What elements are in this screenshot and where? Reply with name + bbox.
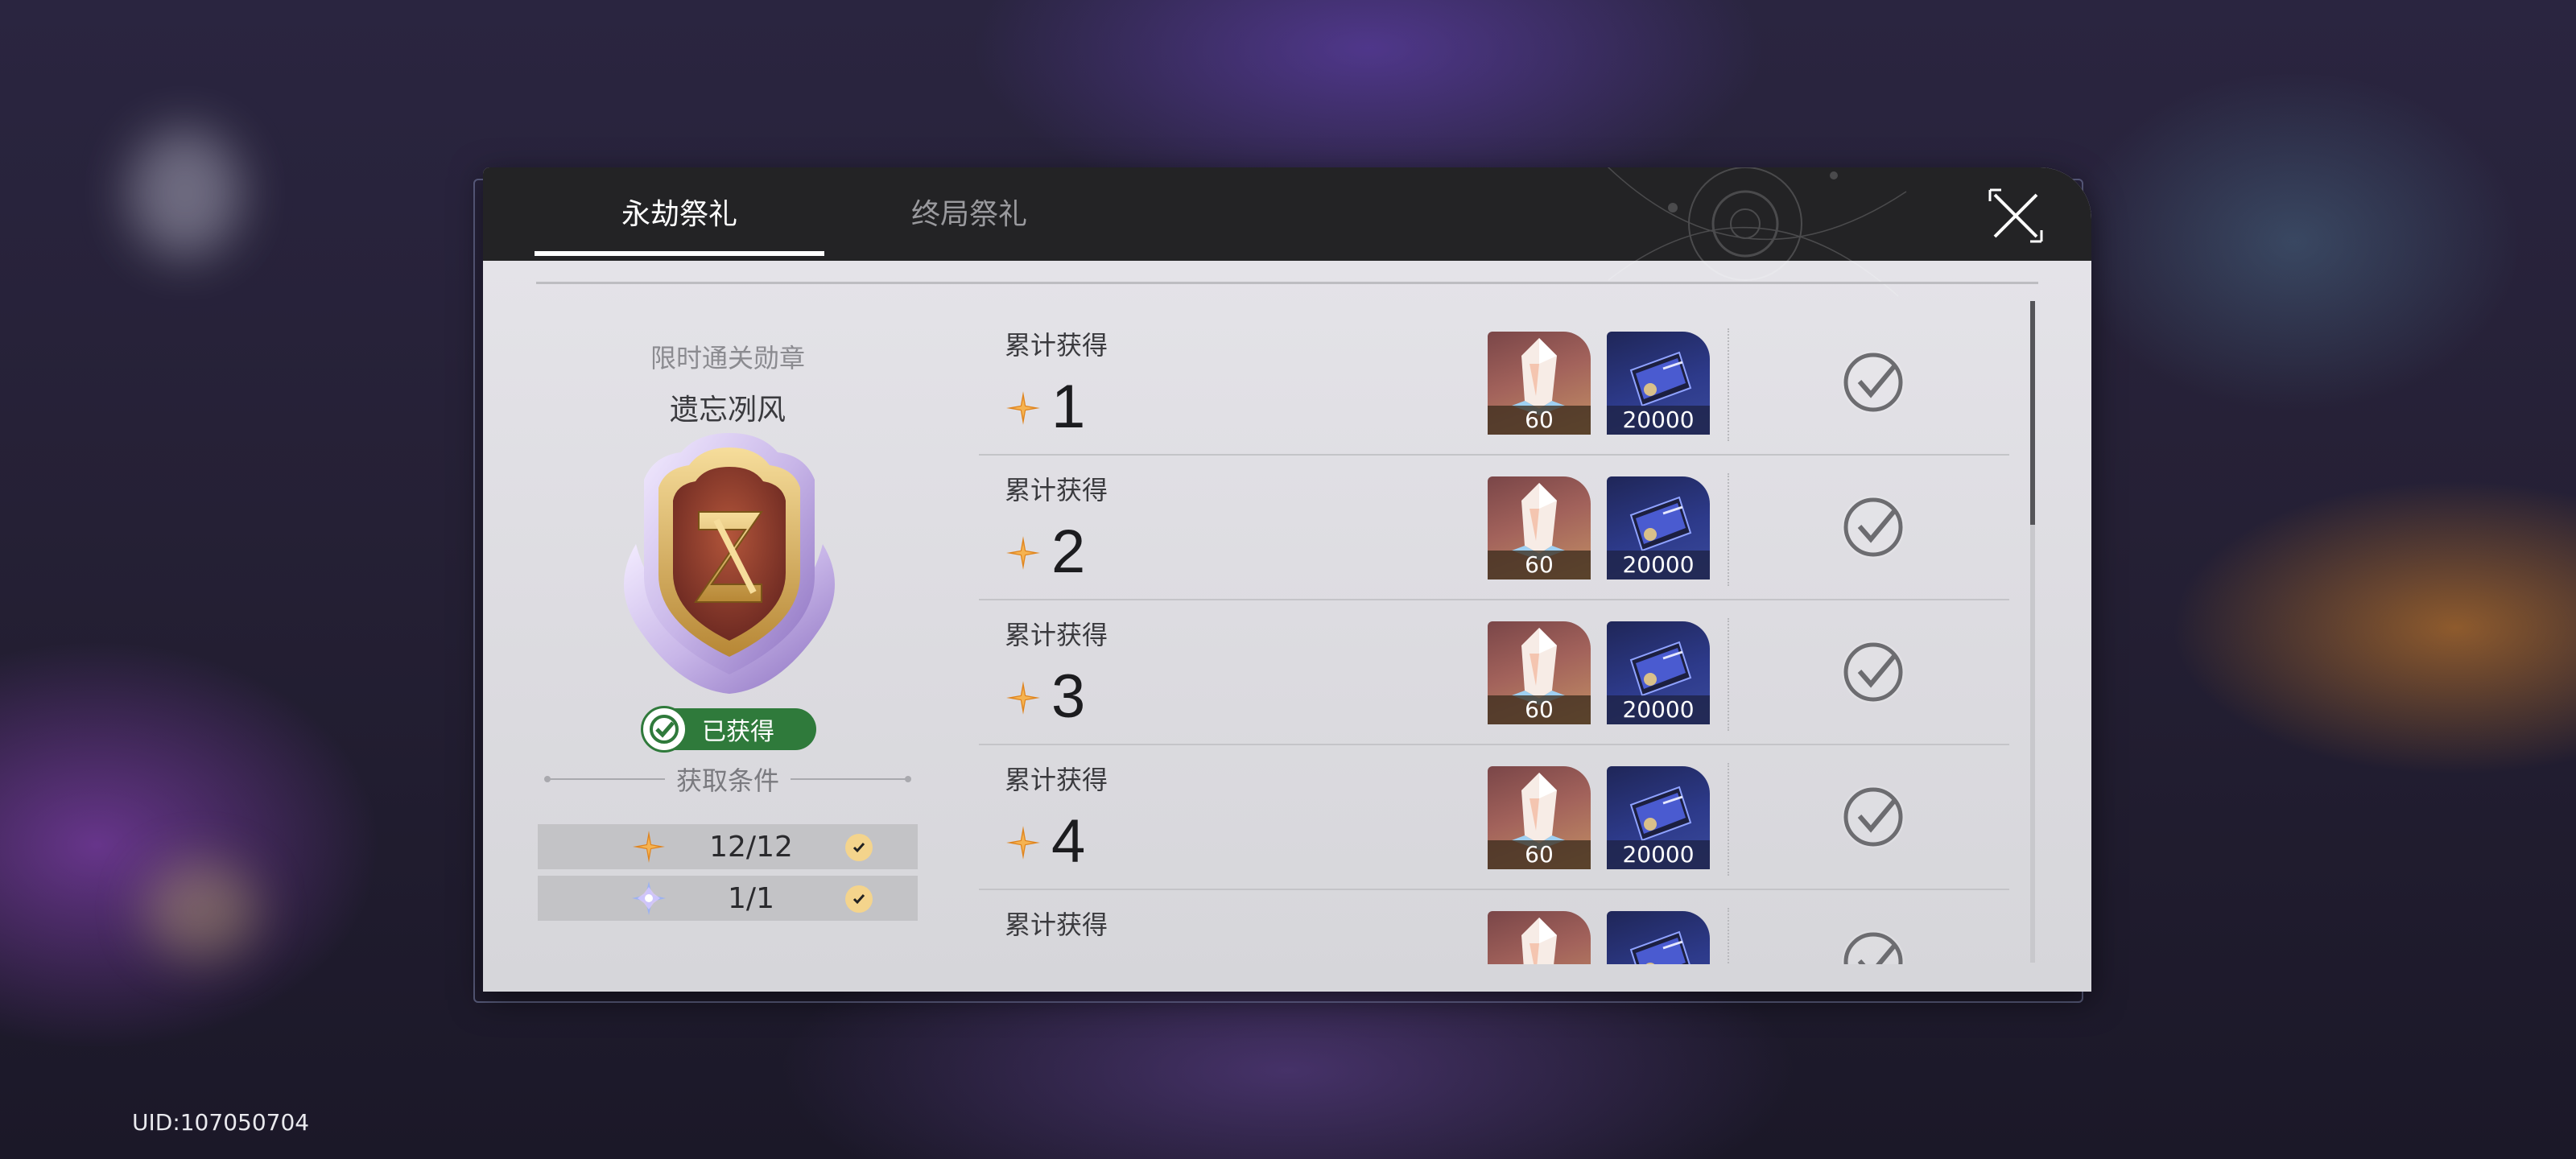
reward-row: 累计获得 2 60 20000 bbox=[979, 456, 2009, 600]
orange-star-icon bbox=[1006, 536, 1040, 570]
medal-badge-icon bbox=[624, 433, 835, 694]
close-icon[interactable] bbox=[1984, 184, 2048, 248]
cumulative-label: 累计获得 bbox=[1005, 475, 1108, 505]
claimed-check-icon bbox=[1842, 351, 1905, 414]
item-quantity: 60 bbox=[1488, 551, 1591, 580]
condition-value: 1/1 bbox=[728, 881, 774, 915]
crystal-reward-item[interactable]: 60 bbox=[1488, 332, 1591, 435]
medal-category: 限时通关勋章 bbox=[650, 343, 805, 373]
condition-row: 12/12 bbox=[538, 824, 918, 869]
star-count: 1 bbox=[1051, 373, 1086, 441]
orange-star-icon bbox=[1006, 391, 1040, 425]
divider bbox=[1728, 763, 1729, 876]
orange-star-icon bbox=[1006, 681, 1040, 715]
blue-star-icon bbox=[632, 881, 666, 915]
ticket-reward-item[interactable]: 20000 bbox=[1607, 332, 1710, 435]
ticket-reward-item[interactable]: 20000 bbox=[1607, 911, 1710, 964]
player-uid: UID:107050704 bbox=[132, 1109, 310, 1136]
orange-star-icon bbox=[633, 831, 665, 863]
medal-name: 遗忘冽风 bbox=[669, 394, 786, 427]
check-circle-icon bbox=[641, 706, 687, 753]
divider bbox=[1728, 473, 1729, 586]
item-quantity: 60 bbox=[1488, 406, 1591, 435]
crystal-icon bbox=[1521, 918, 1557, 964]
condition-value: 12/12 bbox=[709, 830, 793, 864]
star-count: 4 bbox=[1051, 807, 1086, 876]
crystal-reward-item[interactable]: 60 bbox=[1488, 621, 1591, 724]
cumulative-label: 累计获得 bbox=[1005, 330, 1108, 361]
cumulative-label: 累计获得 bbox=[1005, 909, 1108, 940]
star-count: 3 bbox=[1051, 662, 1086, 731]
divider bbox=[791, 776, 912, 782]
item-quantity: 20000 bbox=[1607, 695, 1710, 724]
ticket-reward-item[interactable]: 20000 bbox=[1607, 621, 1710, 724]
reward-list[interactable]: 累计获得 1 60 20000 累计获得 2 60 20000 累计获得 3 6… bbox=[979, 311, 2009, 964]
header-decoration bbox=[1608, 167, 1907, 297]
conditions-title: 获取条件 bbox=[536, 760, 919, 798]
crystal-reward-item[interactable]: 60 bbox=[1488, 476, 1591, 580]
orange-star-icon bbox=[1006, 826, 1040, 860]
crystal-reward-item[interactable]: 60 bbox=[1488, 766, 1591, 869]
claimed-check-icon bbox=[1842, 786, 1905, 848]
star-count: 5 bbox=[1051, 956, 1085, 965]
cumulative-label: 累计获得 bbox=[1005, 620, 1108, 650]
reward-row: 累计获得 1 60 20000 bbox=[979, 311, 2009, 456]
crystal-reward-item[interactable]: 60 bbox=[1488, 911, 1591, 964]
medal-section: 限时通关勋章 遗忘冽风 已获得 获取条件 12/12 1/1 bbox=[536, 167, 919, 921]
divider bbox=[1728, 908, 1729, 964]
reward-panel: 永劫祭礼 终局祭礼 限时通关勋章 遗忘冽风 已获得 获取条件 12/12 1/1… bbox=[483, 167, 2091, 992]
divider bbox=[1728, 328, 1729, 441]
item-quantity: 20000 bbox=[1607, 840, 1710, 869]
scrollbar-thumb[interactable] bbox=[2030, 301, 2035, 525]
cumulative-label: 累计获得 bbox=[1005, 765, 1108, 795]
ticket-reward-item[interactable]: 20000 bbox=[1607, 476, 1710, 580]
check-icon bbox=[845, 834, 873, 861]
reward-row: 累计获得 5 60 20000 bbox=[979, 890, 2009, 964]
ticket-icon bbox=[1629, 930, 1690, 964]
star-count: 2 bbox=[1051, 518, 1086, 586]
obtained-status-badge: 已获得 bbox=[641, 706, 816, 753]
background-glow bbox=[129, 129, 242, 258]
ticket-reward-item[interactable]: 20000 bbox=[1607, 766, 1710, 869]
divider bbox=[1728, 618, 1729, 731]
background-glow bbox=[145, 861, 258, 958]
check-icon bbox=[845, 885, 873, 913]
item-quantity: 20000 bbox=[1607, 406, 1710, 435]
conditions-title-text: 获取条件 bbox=[676, 765, 780, 796]
item-quantity: 20000 bbox=[1607, 551, 1710, 580]
reward-row: 累计获得 3 60 20000 bbox=[979, 600, 2009, 745]
claimed-check-icon bbox=[1842, 641, 1905, 703]
obtained-label: 已获得 bbox=[702, 718, 774, 746]
claimed-check-icon bbox=[1842, 930, 1905, 964]
divider bbox=[544, 776, 665, 782]
claimed-check-icon bbox=[1842, 496, 1905, 559]
item-quantity: 60 bbox=[1488, 695, 1591, 724]
reward-row: 累计获得 4 60 20000 bbox=[979, 745, 2009, 890]
condition-row: 1/1 bbox=[538, 876, 918, 921]
item-quantity: 60 bbox=[1488, 840, 1591, 869]
